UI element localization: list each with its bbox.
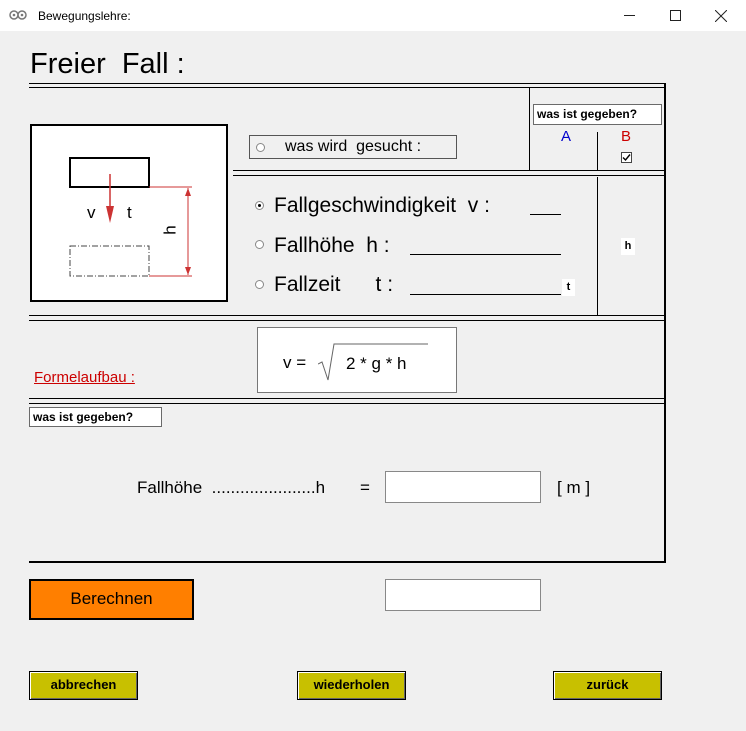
height-symbol: h bbox=[160, 225, 180, 235]
formula-label: Formelaufbau : bbox=[34, 369, 135, 386]
time-symbol: t bbox=[127, 203, 132, 222]
page-title: Freier Fall : bbox=[30, 48, 185, 80]
column-b-label: B bbox=[621, 128, 632, 145]
column-b-checkbox[interactable] bbox=[621, 152, 632, 163]
column-a-label: A bbox=[561, 128, 572, 145]
search-label-box: was wird gesucht : bbox=[249, 135, 457, 159]
height-field-label: Fallhöhe ......................h bbox=[137, 478, 326, 497]
underline bbox=[410, 294, 561, 295]
formula-radicand: 2 * g * h bbox=[346, 354, 407, 373]
divider bbox=[233, 175, 665, 176]
close-button[interactable] bbox=[698, 0, 744, 31]
divider bbox=[29, 320, 665, 321]
cancel-button[interactable]: abbrechen bbox=[29, 671, 138, 700]
search-label: was wird gesucht : bbox=[285, 138, 422, 155]
divider bbox=[29, 83, 665, 84]
option-height[interactable]: Fallhöhe h : bbox=[274, 234, 390, 258]
close-icon bbox=[715, 9, 727, 22]
divider bbox=[29, 315, 665, 316]
divider bbox=[597, 132, 598, 170]
divider bbox=[29, 403, 665, 404]
formula-box: v = 2 * g * h bbox=[257, 327, 457, 393]
frame-border bbox=[664, 83, 666, 563]
option-radio-height[interactable] bbox=[255, 240, 264, 249]
equals-sign: = bbox=[360, 478, 370, 497]
result-field[interactable] bbox=[385, 579, 541, 611]
divider bbox=[597, 177, 598, 315]
minimize-button[interactable] bbox=[606, 0, 652, 31]
given-t-badge: t bbox=[562, 279, 575, 296]
underline bbox=[410, 254, 561, 255]
divider bbox=[29, 398, 665, 399]
height-input[interactable] bbox=[385, 471, 541, 503]
option-velocity[interactable]: Fallgeschwindigkeit v : bbox=[274, 194, 490, 218]
search-radio[interactable] bbox=[256, 143, 265, 152]
maximize-button[interactable] bbox=[652, 0, 698, 31]
window-title: Bewegungslehre: bbox=[38, 9, 131, 23]
divider bbox=[233, 170, 665, 171]
divider bbox=[29, 87, 665, 88]
unit-label: [ m ] bbox=[557, 478, 591, 497]
underline bbox=[530, 214, 561, 215]
calculate-button[interactable]: Berechnen bbox=[29, 579, 194, 620]
option-radio-velocity[interactable] bbox=[255, 201, 264, 210]
given-label: was ist gegeben? bbox=[533, 104, 662, 125]
given-h-badge: h bbox=[621, 238, 635, 255]
minimize-icon bbox=[623, 15, 635, 16]
check-icon bbox=[622, 154, 631, 162]
given-section-label: was ist gegeben? bbox=[29, 407, 162, 427]
formula-lhs: v = bbox=[283, 353, 307, 372]
option-radio-time[interactable] bbox=[255, 280, 264, 289]
back-button[interactable]: zurück bbox=[553, 671, 662, 700]
maximize-icon bbox=[669, 10, 681, 21]
velocity-symbol: v bbox=[87, 203, 96, 222]
divider bbox=[529, 87, 530, 170]
frame-border bbox=[29, 561, 666, 563]
app-icon bbox=[9, 10, 27, 20]
option-time[interactable]: Fallzeit t : bbox=[274, 273, 393, 297]
repeat-button[interactable]: wiederholen bbox=[297, 671, 406, 700]
